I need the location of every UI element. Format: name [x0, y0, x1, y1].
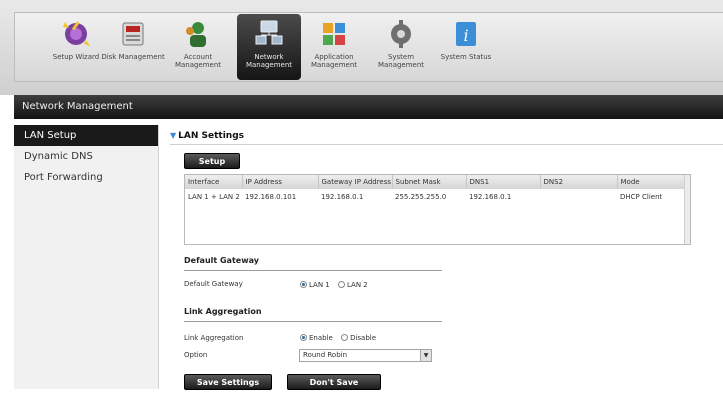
cell-interface: LAN 1 + LAN 2 [188, 193, 240, 201]
column-header-mode[interactable]: Mode [617, 175, 690, 189]
option-label: Option [184, 351, 208, 359]
link-aggregation-radio-group: Enable Disable [300, 334, 382, 342]
sidebar-item-port-forwarding[interactable]: Port Forwarding [14, 167, 158, 188]
save-settings-button[interactable]: Save Settings [184, 374, 272, 390]
radio-checked-icon [300, 334, 307, 341]
chevron-down-icon: ▼ [420, 350, 431, 361]
sidebar: LAN Setup Dynamic DNS Port Forwarding [14, 125, 159, 389]
toolbar-label: System Management [377, 53, 425, 69]
disk-icon [122, 22, 144, 46]
toolbar-label: Network Management [245, 53, 293, 69]
radio-disable-label: Disable [350, 334, 377, 342]
radio-unchecked-icon [338, 281, 345, 288]
toolbar-label: Disk Management [101, 53, 165, 61]
column-header-ip-address[interactable]: IP Address [242, 175, 319, 189]
dont-save-settings-button[interactable]: Don't Save Settings [287, 374, 381, 403]
toolbar-system-management[interactable]: System Management [369, 14, 433, 80]
radio-checked-icon [300, 281, 307, 288]
divider [184, 270, 442, 271]
column-header-dns1[interactable]: DNS1 [466, 175, 541, 189]
table-row[interactable]: LAN 1 + LAN 2 192.168.0.101 192.168.0.1 … [185, 189, 689, 205]
collapse-triangle-icon: ▼ [170, 131, 177, 140]
cell-subnet: 255.255.255.0 [395, 193, 447, 201]
toolbar-account-management[interactable]: Account Management [166, 14, 230, 80]
application-icon [323, 23, 345, 45]
radio-lan2[interactable]: LAN 2 [338, 281, 368, 289]
toolbar-label: Account Management [174, 53, 222, 69]
divider [170, 144, 723, 145]
top-toolbar: Setup Wizard Disk Management Account Man… [0, 0, 723, 95]
option-select[interactable]: Round Robin ▼ [299, 349, 432, 362]
network-icon [255, 20, 283, 45]
svg-text:i: i [463, 26, 468, 45]
toolbar-application-management[interactable]: Application Management [302, 14, 366, 80]
account-icon [186, 22, 206, 47]
setup-button[interactable]: Setup [184, 153, 240, 169]
default-gateway-title: Default Gateway [184, 256, 259, 265]
default-gateway-label: Default Gateway [184, 280, 243, 288]
divider [184, 321, 442, 322]
radio-enable[interactable]: Enable [300, 334, 333, 342]
toolbar-system-status[interactable]: i System Status [434, 14, 498, 80]
radio-enable-label: Enable [309, 334, 333, 342]
column-header-interface[interactable]: Interface [185, 175, 243, 189]
link-aggregation-title: Link Aggregation [184, 307, 262, 316]
toolbar-setup-wizard[interactable]: Setup Wizard [44, 14, 108, 80]
lan-settings-label: LAN Settings [178, 131, 245, 141]
toolbar-network-management[interactable]: Network Management [237, 14, 301, 80]
column-header-gateway[interactable]: Gateway IP Address [318, 175, 393, 189]
default-gateway-radio-group: LAN 1 LAN 2 [300, 281, 374, 289]
sidebar-item-lan-setup[interactable]: LAN Setup [14, 125, 158, 146]
option-select-value: Round Robin [303, 351, 348, 359]
column-header-dns2[interactable]: DNS2 [540, 175, 618, 189]
toolbar-label: Application Management [310, 53, 358, 69]
table-header-row: Interface IP Address Gateway IP Address … [185, 175, 690, 189]
cell-dns2 [540, 189, 617, 205]
section-title: Network Management [14, 95, 723, 119]
main-content: ▼ LAN Settings Setup Interface IP Address… [160, 125, 723, 403]
toolbar-disk-management[interactable]: Disk Management [101, 14, 165, 80]
radio-lan1[interactable]: LAN 1 [300, 281, 330, 289]
system-icon [391, 20, 411, 48]
wizard-icon [63, 21, 90, 46]
link-aggregation-label: Link Aggregation [184, 334, 244, 342]
column-header-subnet[interactable]: Subnet Mask [392, 175, 467, 189]
lan-settings-title[interactable]: ▼ LAN Settings [170, 131, 244, 141]
radio-lan1-label: LAN 1 [309, 281, 330, 289]
cell-dns1: 192.168.0.1 [469, 193, 512, 201]
radio-lan2-label: LAN 2 [347, 281, 368, 289]
sidebar-item-dynamic-dns[interactable]: Dynamic DNS [14, 146, 158, 167]
lan-table: Interface IP Address Gateway IP Address … [184, 174, 691, 245]
toolbar-label: Setup Wizard [52, 53, 100, 61]
radio-disable[interactable]: Disable [341, 334, 376, 342]
radio-unchecked-icon [341, 334, 349, 341]
table-scrollbar[interactable] [684, 175, 690, 244]
info-icon: i [456, 22, 476, 46]
toolbar-label: System Status [440, 53, 492, 61]
cell-mode: DHCP Client [620, 193, 663, 201]
cell-ip-address: 192.168.0.101 [245, 193, 297, 201]
cell-gateway: 192.168.0.1 [321, 193, 364, 201]
